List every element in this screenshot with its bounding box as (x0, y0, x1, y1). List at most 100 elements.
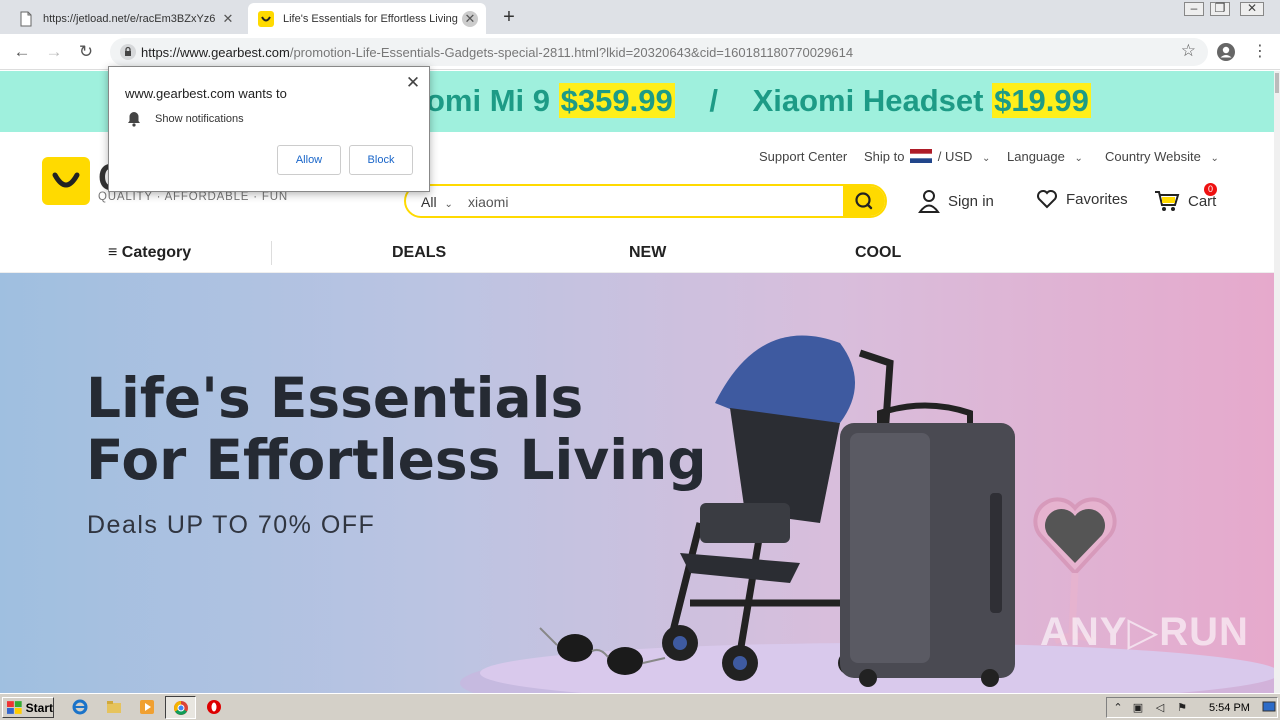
opera-icon[interactable] (206, 699, 222, 715)
gearbest-favicon-icon (258, 10, 274, 27)
hero-subtitle: Deals UP TO 70% OFF (87, 511, 376, 539)
hero-banner[interactable]: Life's Essentials For Effortless Living … (0, 273, 1274, 693)
network-icon[interactable]: ▣ (1131, 701, 1145, 715)
promo-item1-name: omi Mi 9 (426, 83, 551, 118)
favorites-link[interactable]: Favorites (1036, 189, 1128, 209)
search-bar: All ⌄ (404, 184, 887, 218)
media-player-icon[interactable] (139, 699, 155, 715)
cart-icon (1155, 191, 1180, 211)
tray-expand-icon[interactable]: ⌃ (1111, 701, 1125, 715)
tab-gearbest[interactable]: Life's Essentials for Effortless Living … (248, 3, 486, 34)
url-path: /promotion-Life-Essentials-Gadgets-speci… (289, 45, 854, 60)
close-tab-icon[interactable]: ✕ (220, 11, 236, 27)
permission-text: Show notifications (155, 113, 244, 125)
chevron-down-icon: ⌄ (1210, 153, 1219, 164)
nav-new[interactable]: NEW (629, 244, 666, 262)
user-icon (918, 190, 940, 213)
search-category-label: All (421, 194, 437, 210)
bookmark-star-icon[interactable]: ☆ (1181, 41, 1196, 61)
internet-explorer-icon[interactable] (72, 699, 88, 715)
tab-title: https://jetload.net/e/racEm3BZxYz6 (43, 12, 216, 25)
chevron-down-icon: ⌄ (1074, 153, 1083, 164)
lock-icon (120, 44, 136, 60)
country-website-label: Country Website (1105, 149, 1201, 164)
chrome-icon (174, 701, 188, 715)
show-desktop-icon[interactable] (1262, 700, 1276, 714)
promo-separator: / (709, 83, 718, 118)
promo-text: omi Mi 9 $359.99 / Xiaomi Headset $19.99 (426, 83, 1091, 119)
page-icon (20, 11, 32, 26)
hero-title-line1: Life's Essentials (86, 366, 584, 430)
gearbest-logo[interactable] (42, 157, 90, 205)
promo-item1-price: $359.99 (558, 83, 675, 118)
bell-icon (128, 112, 140, 127)
category-nav: ≡ Category DEALS NEW COOL (0, 233, 1274, 273)
chrome-taskbar-button[interactable] (165, 696, 196, 719)
ship-to-selector[interactable]: Ship to / USD ⌄ (864, 149, 990, 164)
page-scrollbar[interactable] (1274, 71, 1280, 693)
account-icon[interactable] (1216, 42, 1236, 62)
url-text: https://www.gearbest.com/promotion-Life-… (141, 45, 853, 60)
file-explorer-icon[interactable] (106, 699, 122, 715)
sign-in-link[interactable]: Sign in (918, 189, 994, 213)
close-icon[interactable]: ✕ (405, 74, 421, 91)
start-button[interactable]: Start (2, 697, 54, 718)
windows-logo-icon (7, 700, 22, 714)
category-label: Category (121, 244, 192, 261)
chevron-down-icon: ⌄ (982, 153, 991, 164)
nav-deals[interactable]: DEALS (392, 244, 446, 262)
system-tray: ⌃ ▣ ◁ ⚑ 5:54 PM (1106, 697, 1278, 718)
clock: 5:54 PM (1209, 702, 1250, 714)
allow-button[interactable]: Allow (277, 145, 341, 175)
address-bar[interactable]: https://www.gearbest.com/promotion-Life-… (110, 38, 1208, 66)
anyrun-watermark: ANY▷RUN (1040, 610, 1249, 654)
url-host: https://www.gearbest.com (141, 45, 290, 60)
volume-icon[interactable]: ◁ (1153, 701, 1167, 715)
tagline: QUALITY · AFFORDABLE · FUN (98, 191, 288, 203)
country-website-selector[interactable]: Country Website ⌄ (1105, 149, 1219, 164)
hero-title-line2: For Effortless Living (86, 428, 707, 492)
back-arrow-icon[interactable]: ← (12, 42, 32, 62)
new-tab-button[interactable]: + (498, 7, 520, 27)
hero-title: Life's Essentials For Effortless Living (86, 367, 707, 491)
search-input[interactable] (468, 193, 838, 211)
close-window-button[interactable]: ✕ (1240, 2, 1264, 16)
heart-icon (1037, 190, 1057, 209)
category-menu-button[interactable]: ≡ Category (108, 244, 191, 262)
notification-permission-popup: www.gearbest.com wants to Show notificat… (108, 66, 430, 192)
reload-icon[interactable]: ↻ (76, 42, 96, 62)
search-category-select[interactable]: All ⌄ (421, 194, 453, 210)
promo-item2-price: $19.99 (992, 83, 1091, 118)
promo-item2-name: Xiaomi Headset (752, 83, 984, 118)
netherlands-flag-icon (910, 149, 933, 163)
scrollbar-thumb[interactable] (1275, 73, 1279, 93)
action-center-flag-icon[interactable]: ⚑ (1175, 701, 1189, 715)
tab-jetload[interactable]: https://jetload.net/e/racEm3BZxYz6 ✕ (8, 3, 244, 34)
cart-count-badge: 0 (1204, 183, 1217, 196)
language-label: Language (1007, 149, 1065, 164)
restore-window-button[interactable]: ❐ (1210, 2, 1230, 16)
search-button[interactable] (843, 186, 885, 216)
language-selector[interactable]: Language ⌄ (1007, 149, 1083, 164)
close-tab-icon[interactable]: ✕ (462, 10, 478, 27)
tab-strip: https://jetload.net/e/racEm3BZxYz6 ✕ Lif… (0, 0, 1280, 34)
sign-in-label: Sign in (948, 192, 994, 210)
popup-heading: www.gearbest.com wants to (125, 86, 287, 101)
minimize-window-button[interactable]: – (1184, 2, 1204, 16)
hamburger-icon: ≡ (108, 244, 118, 261)
currency-label: / USD (937, 149, 973, 164)
chevron-down-icon: ⌄ (444, 199, 453, 210)
search-icon (855, 192, 873, 210)
menu-kebab-icon[interactable]: ⋮ (1252, 42, 1268, 62)
support-center-link[interactable]: Support Center (759, 149, 847, 164)
browser-toolbar: ← → ↻ https://www.gearbest.com/promotion… (0, 34, 1280, 70)
start-label: Start (25, 700, 53, 715)
nav-cool[interactable]: COOL (855, 244, 901, 262)
ship-to-label: Ship to (864, 149, 905, 164)
tab-title: Life's Essentials for Effortless Living (283, 12, 458, 25)
forward-arrow-icon[interactable]: → (44, 42, 64, 62)
favorites-label: Favorites (1066, 190, 1128, 208)
block-button[interactable]: Block (349, 145, 413, 175)
windows-taskbar: Start ⌃ ▣ ◁ ⚑ 5:54 PM (0, 693, 1280, 720)
nav-divider (271, 241, 272, 265)
